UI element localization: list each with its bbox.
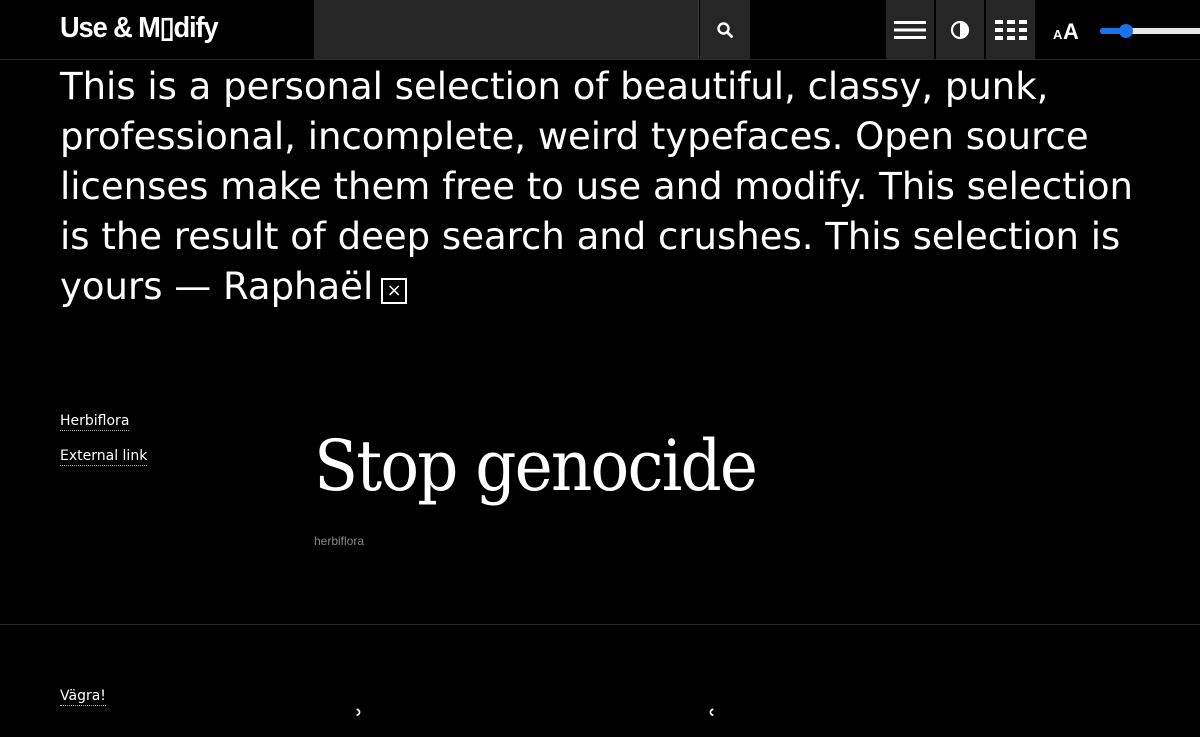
grid-view-icon [994,19,1027,40]
search-icon [717,21,733,38]
font-name-link[interactable]: Vägra! [60,688,106,706]
intro-message: This is a personal selection of beautifu… [60,65,1133,308]
hamburger-menu-icon [894,20,926,39]
font-specimen[interactable]: Stop genocide [314,418,758,514]
top-bar: Use & M▯dify A A [0,0,1200,60]
intro-text: This is a personal selection of beautifu… [60,62,1140,312]
menu-button[interactable] [886,0,935,59]
specimen-partial-glyph: ʾ [355,704,364,737]
search-button[interactable] [700,0,750,59]
search-input[interactable] [314,0,699,59]
close-intro-button[interactable]: × [381,278,408,304]
external-link[interactable]: External link [60,448,148,466]
svg-text:A: A [1063,19,1079,41]
slider-thumb[interactable] [1119,24,1134,38]
divider [0,624,1200,625]
grid-view-button[interactable] [986,0,1035,59]
font-specimen-label: herbiflora [314,534,365,548]
font-size-icon: A A [1053,19,1079,41]
contrast-icon [950,20,970,39]
svg-text:A: A [1053,27,1063,41]
contrast-toggle-button[interactable] [936,0,985,59]
site-logo[interactable]: Use & M▯dify [60,8,219,48]
specimen-partial-glyph: ʿ [708,704,717,737]
font-name-link[interactable]: Herbiflora [60,413,130,431]
font-size-slider[interactable] [1098,24,1200,38]
